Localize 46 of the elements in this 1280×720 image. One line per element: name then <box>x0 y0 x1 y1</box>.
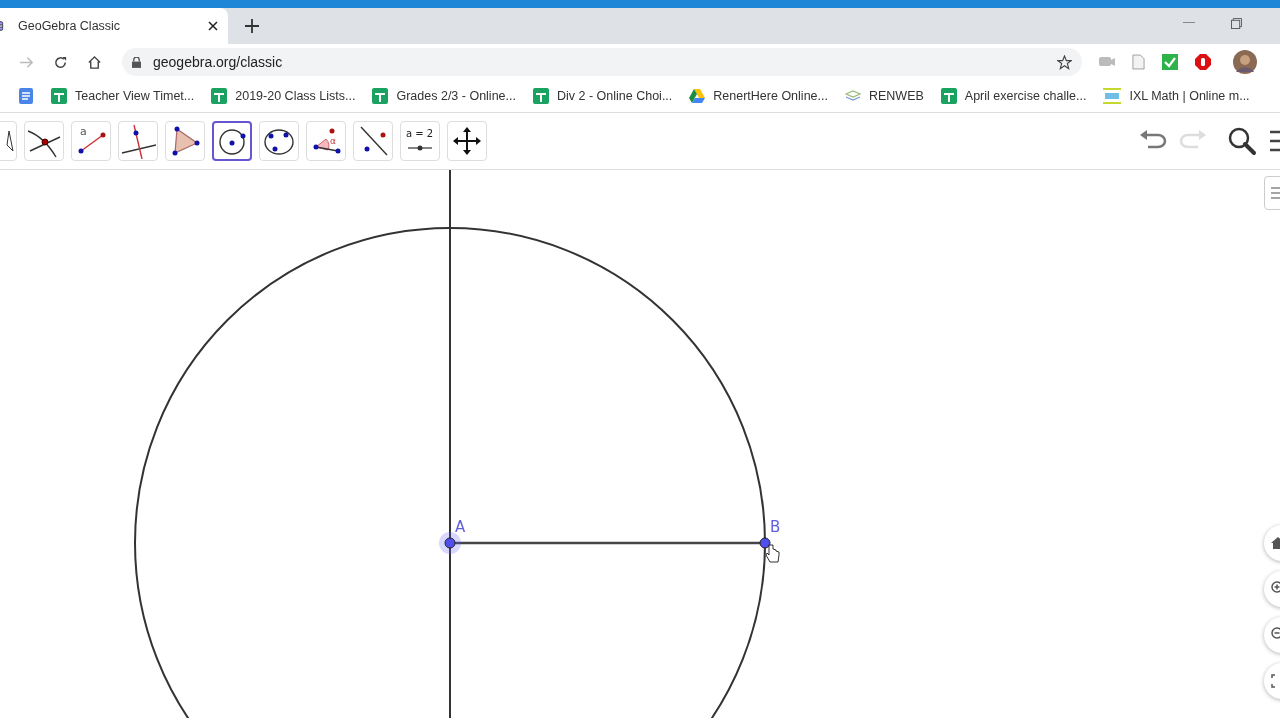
point-label: B <box>770 518 781 536</box>
spreadsheet-icon <box>940 88 957 104</box>
bookmark[interactable]: 2019-20 Class Lists... <box>211 88 356 104</box>
menu-icon[interactable] <box>1270 129 1280 153</box>
perpendicular-lines-icon <box>120 123 156 159</box>
tool-button[interactable] <box>212 121 252 161</box>
tool-button[interactable]: a <box>71 121 111 161</box>
spreadsheet-icon <box>51 88 67 104</box>
point[interactable] <box>759 537 771 549</box>
tab-title: GeoGebra Classic <box>18 19 122 33</box>
lock-icon <box>132 56 141 68</box>
menu-icon <box>1269 186 1280 200</box>
book-stack-icon <box>844 90 861 102</box>
bookmark[interactable]: RENWEB <box>844 89 924 103</box>
address-bar[interactable]: geogebra.org/classic <box>122 48 1082 76</box>
search-icon[interactable] <box>1226 125 1258 157</box>
bookmark[interactable]: IXL Math | Online m... <box>1103 88 1250 104</box>
bookmark[interactable]: RenertHere Online... <box>689 89 828 103</box>
reload-icon[interactable] <box>53 54 68 70</box>
bookmark[interactable]: Teacher View Timet... <box>51 88 195 104</box>
restore-icon[interactable] <box>1231 17 1242 29</box>
pointer-hand-icon <box>766 544 780 564</box>
star-icon[interactable] <box>1057 54 1072 70</box>
avatar[interactable] <box>1233 50 1257 74</box>
tool-button[interactable]: a = 2 <box>400 121 440 161</box>
point-label: A <box>455 518 466 536</box>
triangle-icon <box>689 89 706 103</box>
spreadsheet-icon <box>372 88 389 104</box>
ixl-logo-icon <box>1103 88 1122 104</box>
bookmark[interactable]: April exercise challe... <box>940 88 1087 104</box>
point[interactable] <box>439 532 461 554</box>
browser-tab[interactable]: GeoGebra Classic <box>0 8 228 44</box>
close-icon[interactable] <box>208 21 218 31</box>
new-tab-icon[interactable] <box>245 19 259 33</box>
bookmark[interactable] <box>18 88 34 104</box>
spreadsheet-icon <box>211 88 228 104</box>
checkmark-icon[interactable] <box>1162 54 1178 70</box>
home-icon[interactable] <box>87 54 102 70</box>
style-bar-toggle[interactable] <box>1264 176 1280 210</box>
spreadsheet-icon <box>533 88 549 104</box>
bookmark[interactable]: Div 2 - Online Choi... <box>533 88 673 104</box>
tool-button[interactable]: α <box>306 121 346 161</box>
document-icon <box>18 88 34 104</box>
bookmark[interactable]: Grades 2/3 - Online... <box>372 88 516 104</box>
minimize-icon[interactable] <box>1183 22 1195 24</box>
stop-hand-icon[interactable] <box>1195 54 1211 70</box>
